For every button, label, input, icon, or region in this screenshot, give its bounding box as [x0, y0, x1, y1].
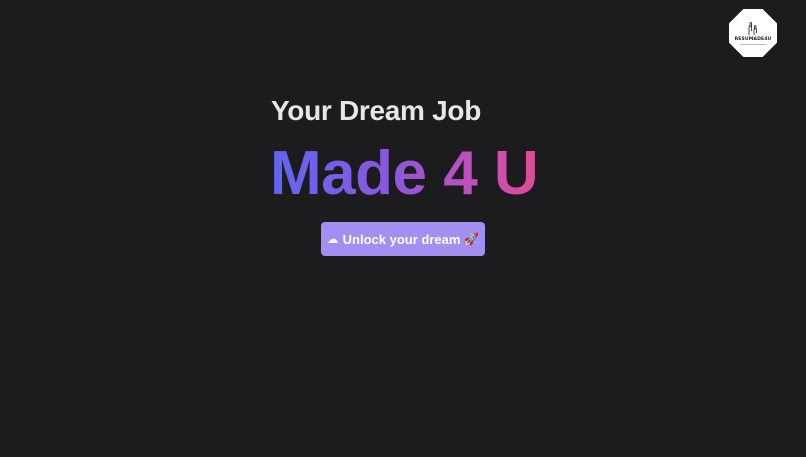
- cloud-icon: ☁: [326, 232, 339, 246]
- hero-subtitle: Your Dream Job: [271, 95, 481, 126]
- brand-logo[interactable]: RESUMADE4U: [729, 9, 777, 57]
- hands-icon: [748, 21, 757, 35]
- brand-logo-text: RESUMADE4U: [734, 36, 772, 42]
- hero-title: Made 4 U: [270, 139, 539, 208]
- landing-page: RESUMADE4U Your Dream Job Made 4 U ☁ Unl…: [0, 0, 806, 457]
- unlock-dream-label: Unlock your dream: [342, 231, 461, 247]
- rocket-icon: 🚀: [464, 232, 480, 246]
- unlock-dream-button[interactable]: ☁ Unlock your dream 🚀: [321, 222, 485, 256]
- brand-logo-underline: [740, 44, 766, 46]
